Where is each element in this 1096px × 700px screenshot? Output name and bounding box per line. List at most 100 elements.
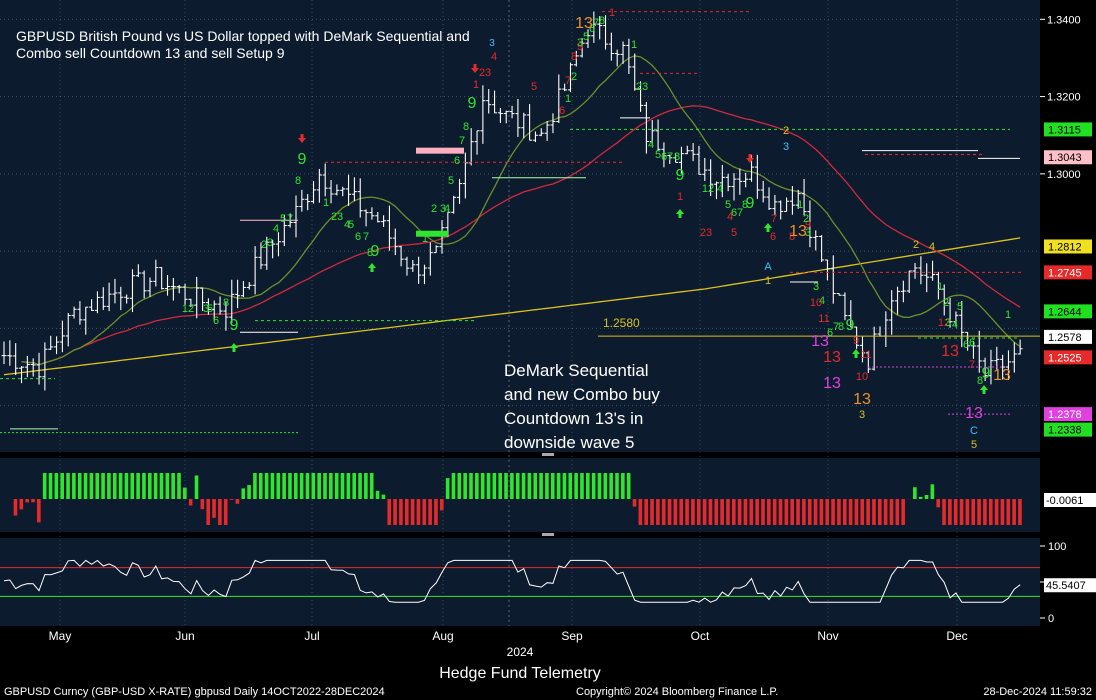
histogram-bar: [404, 499, 409, 525]
histogram-bar: [854, 499, 859, 525]
histogram-bar: [749, 499, 754, 525]
demark-count: 13: [575, 15, 593, 32]
demark-count: 13: [965, 405, 983, 422]
histogram-bar: [451, 473, 456, 499]
demark-count: 7: [667, 151, 673, 163]
histogram-bar: [521, 473, 526, 499]
price-label-tag: 1.2525: [1044, 350, 1092, 365]
price-tag-text: 1.2745: [1048, 267, 1082, 279]
histogram-bar: [936, 499, 940, 508]
panel-splitter-1[interactable]: [542, 453, 554, 456]
histogram-bar: [545, 473, 549, 499]
demark-count: 2: [571, 71, 577, 83]
month-label: Aug: [432, 629, 453, 643]
demark-count: 8: [674, 151, 680, 163]
histogram-bar: [42, 473, 47, 499]
histogram-bar: [107, 473, 111, 499]
price-tag-text: 1.2812: [1048, 241, 1082, 253]
histogram-bar: [918, 496, 923, 499]
demark-count: 23: [700, 227, 712, 239]
price-tag-text: 1.3115: [1048, 124, 1081, 136]
histogram-bar: [1018, 499, 1022, 525]
gbpusd-chart: 912 35 862 345 78912 3456 78912 345678912 345678…: [0, 0, 1096, 700]
demark-count: 1: [797, 199, 803, 211]
histogram-bar: [101, 473, 105, 499]
histogram-bar: [235, 499, 240, 504]
histogram-bar: [153, 473, 158, 499]
tdst-pink-box: [416, 147, 464, 154]
histogram-bar: [802, 499, 806, 525]
histogram-bar: [504, 473, 508, 499]
histogram-bar: [556, 473, 561, 499]
histogram-bar: [591, 473, 596, 499]
tdst-green-box: [416, 230, 448, 237]
demark-count: 2: [913, 239, 919, 251]
demark-count: 6: [213, 315, 219, 327]
histogram-bar: [48, 473, 53, 499]
price-label-tag: 1.2338: [1044, 422, 1092, 437]
chart-screen: 9 12 3 5 8 6 2 3 4 5 7 8 9 1 2 3 4 5 6 7 8 9 1 2 3 4 5 6 7 8 9 1 2 3 4 5 6 7 8…: [0, 0, 1096, 700]
histogram-bar: [369, 473, 374, 499]
histogram-bar: [983, 499, 987, 525]
demark-count: 2: [943, 297, 949, 309]
histogram-bar: [831, 499, 835, 525]
year-label: 2024: [507, 645, 534, 659]
panel-splitter-2[interactable]: [542, 533, 554, 536]
demark-count: C: [970, 425, 978, 437]
demark-count: 3: [945, 317, 951, 329]
histogram-bar: [673, 499, 678, 525]
histogram-bar: [498, 473, 502, 499]
histogram-bar: [837, 499, 841, 525]
histogram-bar: [550, 473, 555, 499]
demark-count: 6: [969, 337, 975, 349]
histogram-bar: [440, 499, 444, 511]
month-label: Nov: [817, 629, 838, 643]
histogram-bar: [13, 499, 18, 516]
histogram-bar: [463, 473, 467, 499]
histogram-bar: [574, 473, 578, 499]
histogram-bar: [19, 499, 24, 510]
histogram-bar: [299, 473, 304, 499]
histogram-bar: [691, 499, 695, 525]
demark-count: 1: [677, 191, 683, 203]
histogram-bar: [924, 494, 929, 499]
histogram-bar: [410, 499, 415, 525]
histogram-bar: [445, 478, 450, 499]
demark-count: 5: [348, 219, 354, 231]
histogram-bar: [883, 499, 888, 525]
histogram-bar: [539, 473, 543, 499]
histogram-bar: [650, 499, 654, 525]
histogram-bar: [778, 499, 783, 525]
histogram-bar: [772, 499, 777, 525]
demark-count: 9: [846, 317, 855, 334]
demark-count: 2: [431, 203, 437, 215]
histogram-bar: [159, 473, 164, 499]
histogram-bar: [796, 499, 800, 525]
demark-count: 1: [631, 39, 637, 51]
histogram-bar: [352, 473, 356, 499]
histogram-bar: [124, 473, 129, 499]
price-tag-text: 1.2644: [1048, 306, 1082, 318]
histogram-bar: [656, 499, 660, 525]
demark-count: A: [764, 261, 772, 273]
histogram-bar: [638, 499, 643, 525]
histogram-bar: [294, 473, 298, 499]
demark-count: 9: [298, 151, 307, 168]
rsi-value: 45.5407: [1046, 580, 1086, 592]
rsi-tick-label: 0: [1048, 613, 1054, 625]
histogram-bar: [188, 499, 193, 506]
demark-count: 1: [422, 233, 428, 245]
demark-count: 4: [929, 241, 935, 253]
histogram-bar: [953, 499, 958, 525]
histogram-bar: [714, 499, 719, 525]
demark-count: 1: [1005, 309, 1011, 321]
histogram-bar: [679, 499, 684, 525]
annotation-line: downside wave 5: [504, 433, 634, 452]
histogram-bar: [632, 499, 637, 507]
price-label-tag: 1.2644: [1044, 304, 1092, 319]
histogram-bar: [913, 487, 917, 499]
histogram-bar: [767, 499, 771, 525]
watermark: Hedge Fund Telemetry: [439, 665, 601, 682]
histogram-bar: [329, 473, 333, 499]
demark-count: 7: [771, 213, 777, 225]
